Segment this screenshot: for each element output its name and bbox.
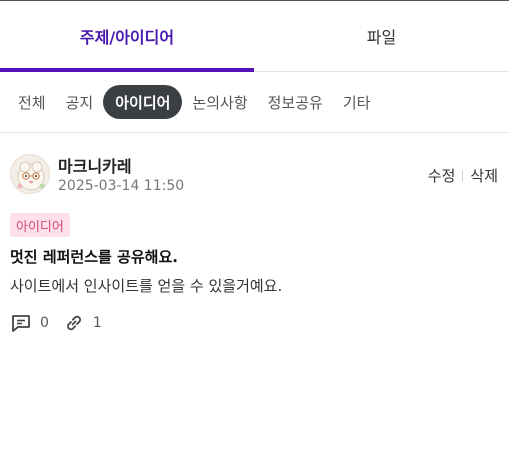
comment-count: 0: [40, 315, 49, 331]
filter-etc[interactable]: 기타: [333, 85, 381, 119]
category-badge: 아이디어: [10, 213, 70, 237]
comment-stat[interactable]: 0: [10, 312, 49, 334]
link-count: 1: [92, 315, 102, 331]
tab-label: 주제/아이디어: [79, 28, 175, 47]
post-body: 사이트에서 인사이트를 얻을 수 있을거예요.: [10, 277, 283, 295]
filter-all[interactable]: 전체: [8, 85, 56, 119]
filter-info-share[interactable]: 정보공유: [258, 85, 333, 119]
post-actions: 수정 삭제: [428, 165, 498, 186]
edit-button[interactable]: 수정: [428, 165, 456, 186]
filter-idea[interactable]: 아이디어: [103, 85, 183, 119]
link-icon: [66, 315, 81, 331]
post-timestamp: 2025-03-14 11:50: [58, 178, 185, 194]
tab-bar: 주제/아이디어 파일: [0, 1, 509, 72]
comment-icon: [12, 315, 30, 332]
category-filter-bar: 전체 공지 아이디어 논의사항 정보공유 기타: [0, 72, 509, 133]
tab-label: 파일: [366, 28, 397, 47]
tab-topics-ideas[interactable]: 주제/아이디어: [0, 1, 254, 72]
filter-discussion[interactable]: 논의사항: [182, 85, 257, 119]
delete-button[interactable]: 삭제: [470, 165, 498, 186]
post-title[interactable]: 멋진 레퍼런스를 공유해요.: [10, 246, 178, 267]
filter-notice[interactable]: 공지: [56, 85, 104, 119]
avatar: [10, 154, 50, 194]
post-stats: 0 1: [10, 312, 116, 334]
link-stat[interactable]: 1: [63, 312, 102, 334]
tab-files[interactable]: 파일: [254, 1, 509, 71]
author-name: 마크니카레: [58, 157, 132, 176]
avatar-illustration-icon: [17, 161, 45, 191]
divider: [462, 169, 464, 182]
